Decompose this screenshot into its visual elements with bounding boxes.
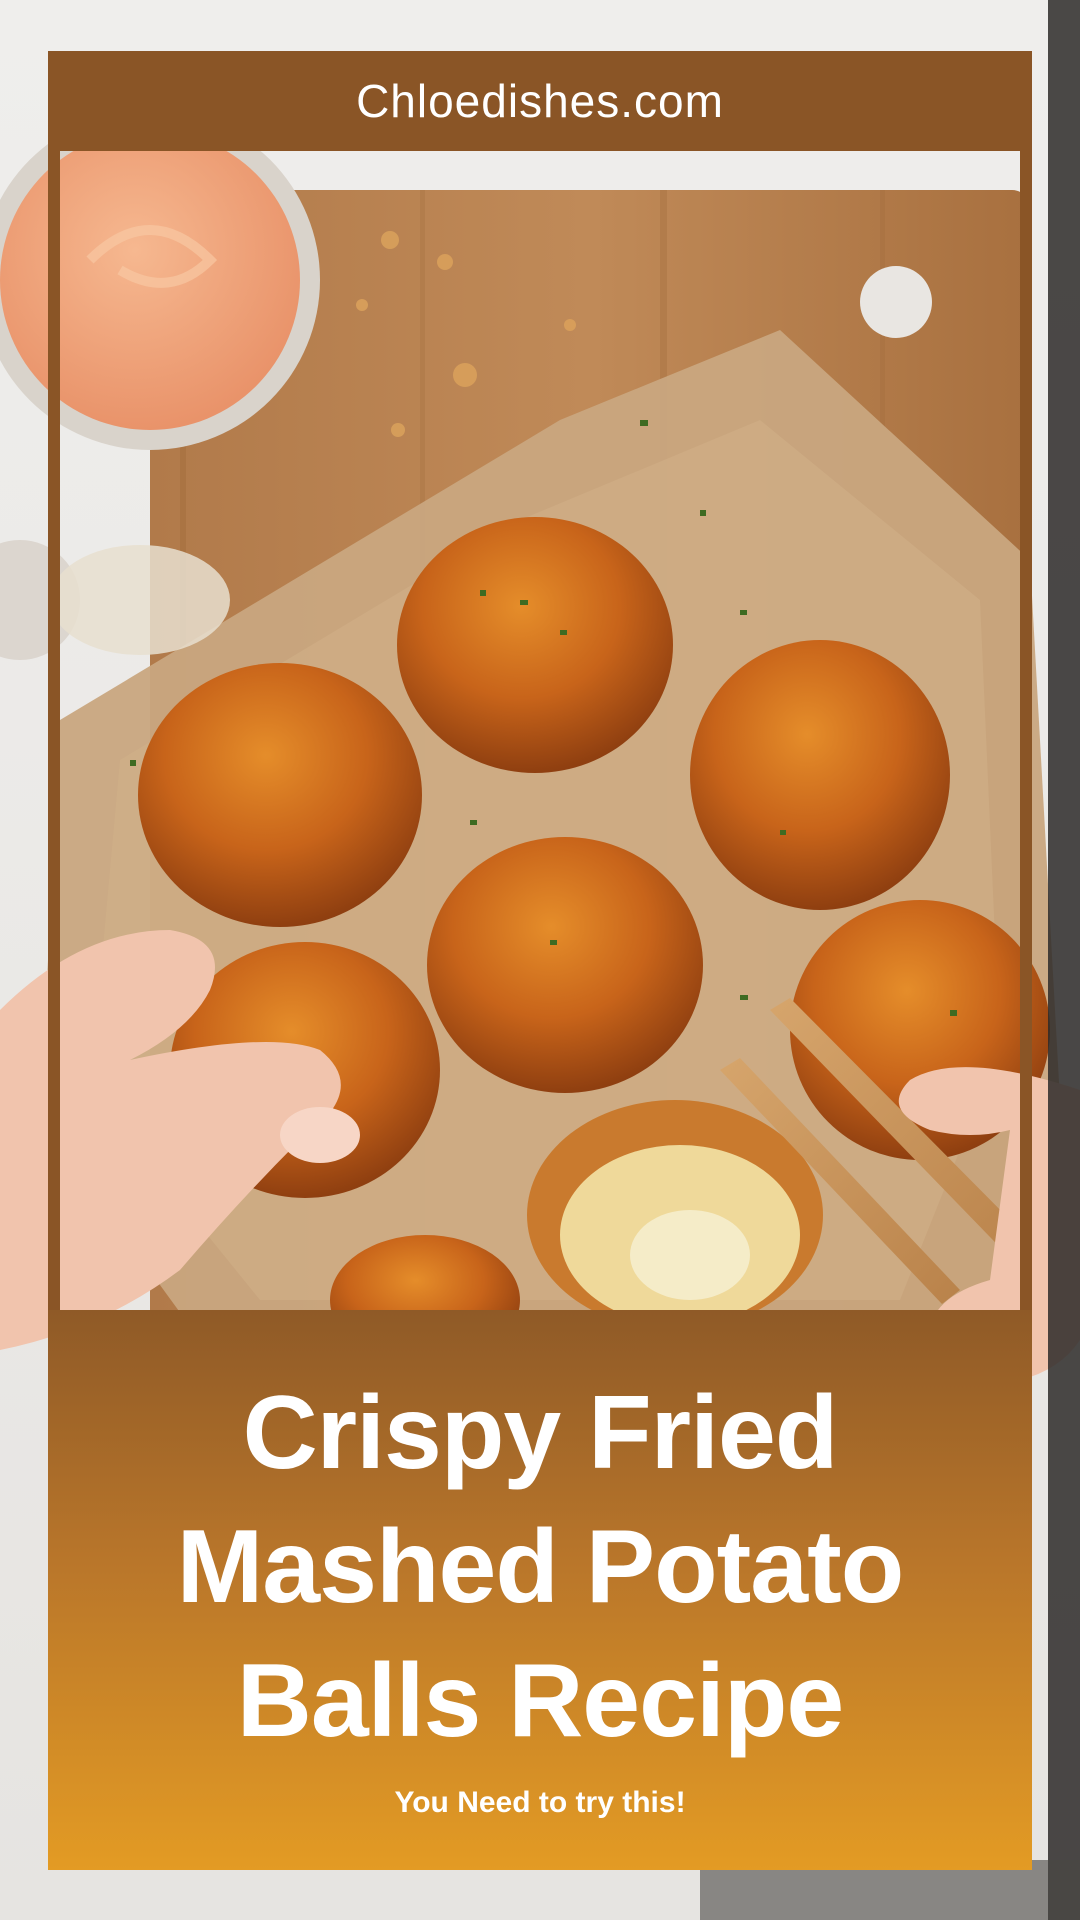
- site-banner: Chloedishes.com: [48, 51, 1032, 151]
- site-name[interactable]: Chloedishes.com: [356, 74, 724, 128]
- title-panel: Crispy Fried Mashed Potato Balls Recipe …: [48, 1310, 1032, 1870]
- recipe-title: Crispy Fried Mashed Potato Balls Recipe: [176, 1375, 905, 1759]
- recipe-tagline: You Need to try this!: [394, 1786, 686, 1819]
